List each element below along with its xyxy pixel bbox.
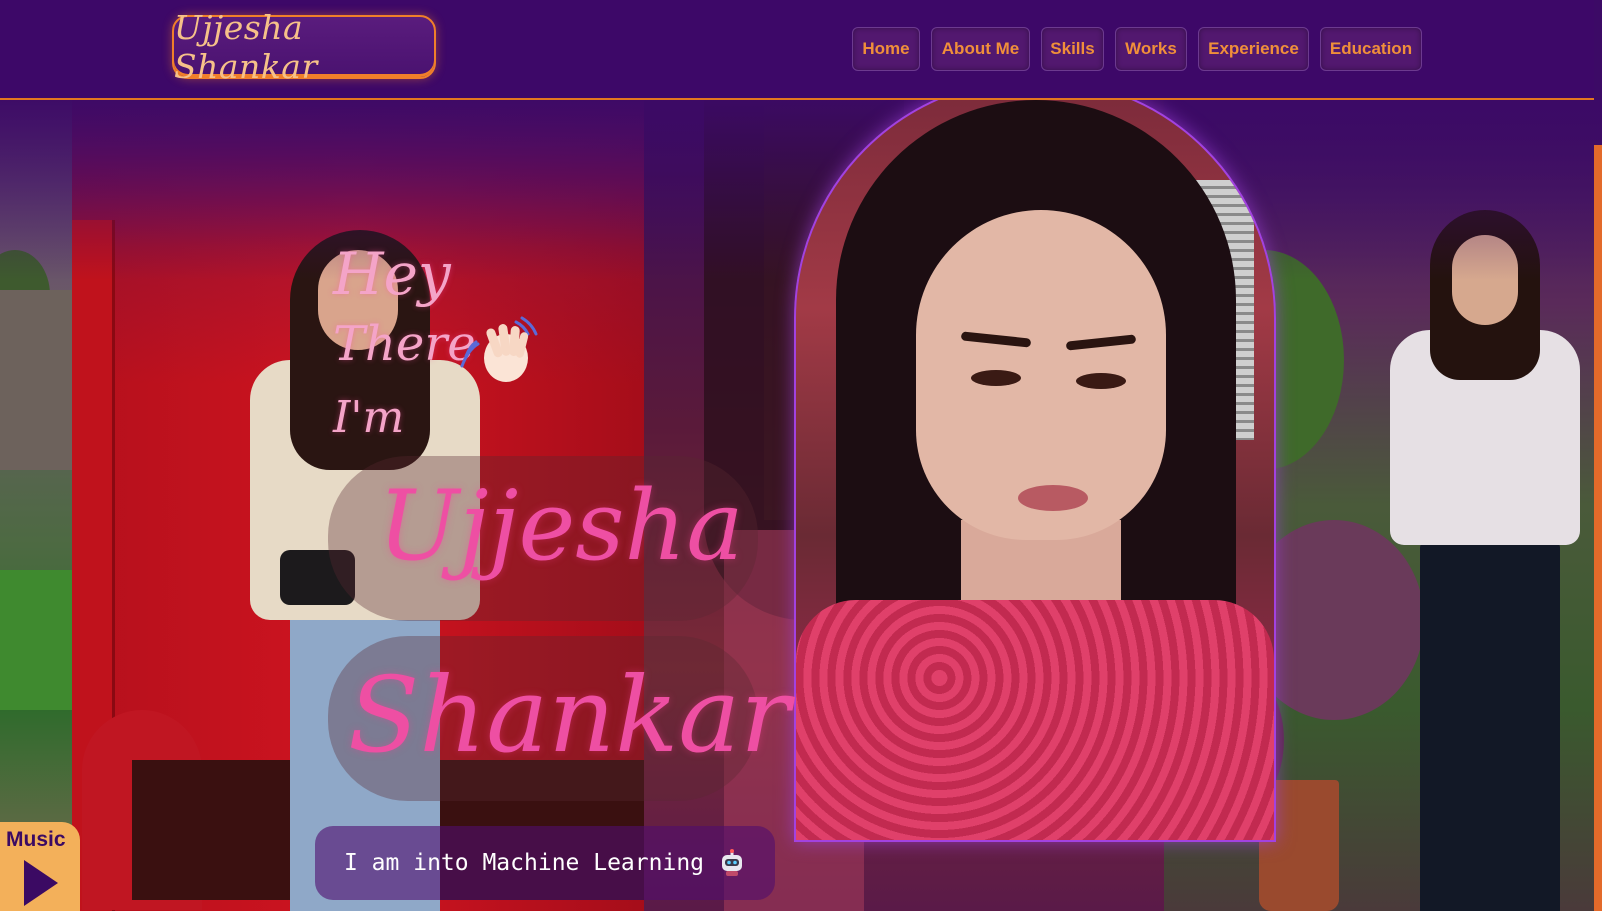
first-name: Ujjesha bbox=[378, 470, 744, 582]
nav-education[interactable]: Education bbox=[1320, 27, 1422, 71]
site-header: Ujjesha Shankar Home About Me Skills Wor… bbox=[0, 0, 1594, 100]
nav-works[interactable]: Works bbox=[1115, 27, 1187, 71]
site-logo[interactable]: Ujjesha Shankar bbox=[172, 8, 436, 86]
scroll-indicator[interactable] bbox=[1594, 145, 1602, 911]
music-label: Music bbox=[6, 828, 66, 851]
profile-portrait bbox=[794, 78, 1276, 842]
music-player[interactable]: Music bbox=[0, 822, 80, 911]
typing-tagline: I am into Machine Learning bbox=[315, 826, 775, 900]
robot-icon bbox=[722, 849, 743, 876]
play-icon[interactable] bbox=[22, 858, 60, 908]
waving-hand-icon bbox=[460, 316, 538, 382]
greeting-line-1: Hey bbox=[333, 240, 451, 308]
last-name: Shankar bbox=[348, 654, 790, 776]
nav-experience[interactable]: Experience bbox=[1198, 27, 1309, 71]
top-gradient-overlay bbox=[0, 100, 1602, 280]
tagline-text: I am into Machine Learning bbox=[343, 850, 705, 876]
greeting-line-2: There bbox=[333, 316, 476, 372]
background-figure-garden bbox=[1380, 210, 1600, 911]
nav-skills[interactable]: Skills bbox=[1041, 27, 1104, 71]
greeting-line-3: I'm bbox=[333, 392, 405, 443]
nav-about-me[interactable]: About Me bbox=[931, 27, 1030, 71]
nav-home[interactable]: Home bbox=[852, 27, 920, 71]
